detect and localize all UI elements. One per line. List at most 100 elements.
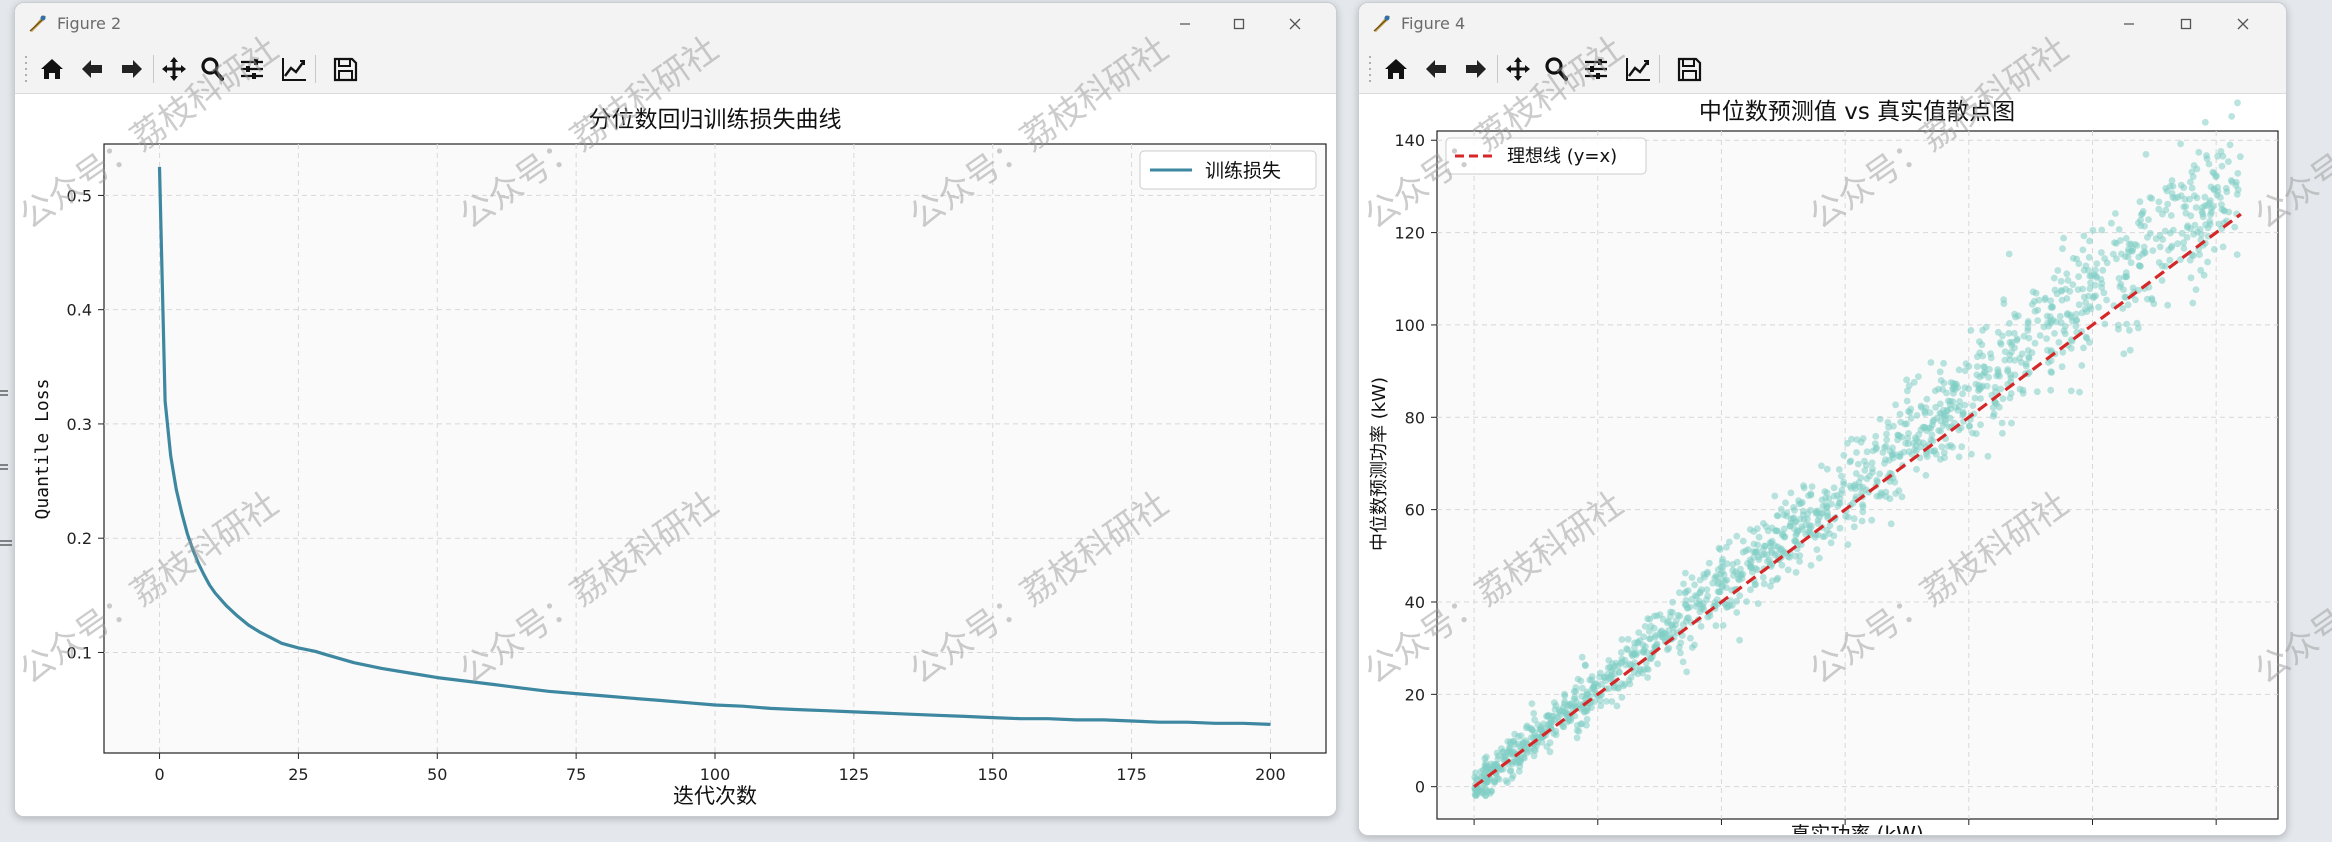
scatter-point [2188, 184, 2196, 192]
scatter-point [1755, 533, 1763, 541]
figure-canvas: 020406080100120 020406080100120140 中位数预测… [1359, 94, 2286, 835]
scatter-point [1682, 597, 1690, 604]
scatter-point [2061, 323, 2069, 330]
scatter-point [1714, 588, 1722, 596]
save-button[interactable] [1672, 53, 1706, 85]
scatter-point [1760, 550, 1768, 558]
scatter-point [1609, 665, 1617, 673]
configure-subplots-button[interactable] [235, 53, 269, 85]
y-tick-label: 0.5 [67, 186, 92, 205]
scatter-point [1861, 467, 1869, 474]
scatter-point [1800, 482, 1807, 490]
maximize-button[interactable] [2166, 10, 2206, 38]
pan-button[interactable] [157, 53, 191, 85]
scatter-point [2095, 303, 2102, 311]
scatter-point [2215, 220, 2223, 228]
maximize-button[interactable] [1219, 10, 1259, 38]
scatter-point [1691, 641, 1698, 649]
x-tick-label: 120 [2201, 831, 2232, 834]
scatter-point [1504, 748, 1511, 756]
scatter-point [2086, 237, 2093, 245]
scatter-point [2206, 220, 2214, 228]
scatter-point [1940, 379, 1948, 387]
scatter-point [1807, 490, 1815, 498]
scatter-point [1868, 459, 1876, 467]
back-button[interactable] [75, 53, 109, 85]
scatter-point [1913, 412, 1921, 419]
scatter-point [1876, 415, 1884, 423]
scatter-point [2052, 318, 2060, 326]
scatter-point [1617, 649, 1625, 656]
x-tick-label: 0 [154, 765, 164, 784]
scatter-point [2112, 210, 2119, 217]
scatter-point [1835, 499, 1843, 507]
scatter-point [1546, 739, 1554, 747]
edit-axis-button[interactable] [1621, 53, 1655, 85]
scatter-point [2141, 222, 2148, 230]
forward-button[interactable] [1459, 53, 1493, 85]
scatter-point [1688, 574, 1696, 581]
minimize-button[interactable] [2109, 10, 2149, 38]
scatter-point [2080, 344, 2087, 352]
scatter-point [1989, 404, 1997, 411]
scatter-point [1779, 531, 1786, 539]
scatter-point [2226, 141, 2234, 149]
scatter-point [1940, 359, 1947, 367]
chart-title: 中位数预测值 vs 真实值散点图 [1699, 99, 2015, 125]
scatter-point [2000, 300, 2008, 307]
zoom-button[interactable] [1539, 53, 1573, 85]
scatter-point [2044, 346, 2051, 354]
scatter-point [2090, 293, 2098, 300]
scatter-point [1976, 373, 1984, 381]
scatter-point [2079, 285, 2086, 293]
back-button[interactable] [1419, 53, 1453, 85]
scatter-point [2210, 246, 2218, 253]
scatter-point [1578, 684, 1586, 692]
y-tick-label: 0.4 [67, 301, 92, 320]
scatter-point [2034, 317, 2042, 324]
scatter-point [1903, 376, 1910, 384]
scatter-point [1752, 548, 1760, 556]
scatter-point [2001, 348, 2009, 356]
close-button[interactable] [1275, 10, 1315, 38]
scatter-point [2186, 195, 2193, 203]
scatter-point [1664, 646, 1671, 654]
scatter-point [1859, 508, 1867, 516]
home-button[interactable] [35, 53, 69, 85]
close-button[interactable] [2223, 10, 2263, 38]
scatter-point [1696, 576, 1704, 584]
scatter-point [2043, 312, 2051, 320]
zoom-button[interactable] [195, 53, 229, 85]
scatter-point [1824, 509, 1831, 516]
scatter-point [2053, 290, 2061, 298]
configure-subplots-button[interactable] [1579, 53, 1613, 85]
scatter-point [1517, 732, 1525, 739]
matplotlib-feather-icon [29, 15, 46, 32]
home-button[interactable] [1379, 53, 1413, 85]
scatter-point [1753, 566, 1761, 574]
scatter-point [2145, 216, 2152, 223]
scatter-point [1932, 450, 1940, 458]
scatter-point [1994, 370, 2002, 378]
scatter-point [2063, 270, 2071, 278]
scatter-point [1798, 523, 1806, 530]
scatter-point [2122, 269, 2130, 277]
scatter-point [1921, 408, 1929, 415]
scatter-point [1949, 385, 1957, 392]
scatter-point [1676, 589, 1683, 597]
forward-button[interactable] [115, 53, 149, 85]
scatter-point [1840, 478, 1847, 486]
pan-button[interactable] [1501, 53, 1535, 85]
scatter-point [1836, 524, 1844, 532]
scatter-point [2022, 360, 2030, 368]
minimize-button[interactable] [1165, 10, 1205, 38]
scatter-point [1886, 447, 1894, 455]
scatter-point [1613, 702, 1621, 710]
scatter-point [1560, 723, 1568, 731]
legend: 训练损失 [1139, 150, 1317, 190]
edit-axis-button[interactable] [277, 53, 311, 85]
scatter-point [1736, 636, 1743, 644]
scatter-point [1873, 444, 1880, 452]
save-button[interactable] [328, 53, 362, 85]
scatter-point [1822, 501, 1830, 509]
